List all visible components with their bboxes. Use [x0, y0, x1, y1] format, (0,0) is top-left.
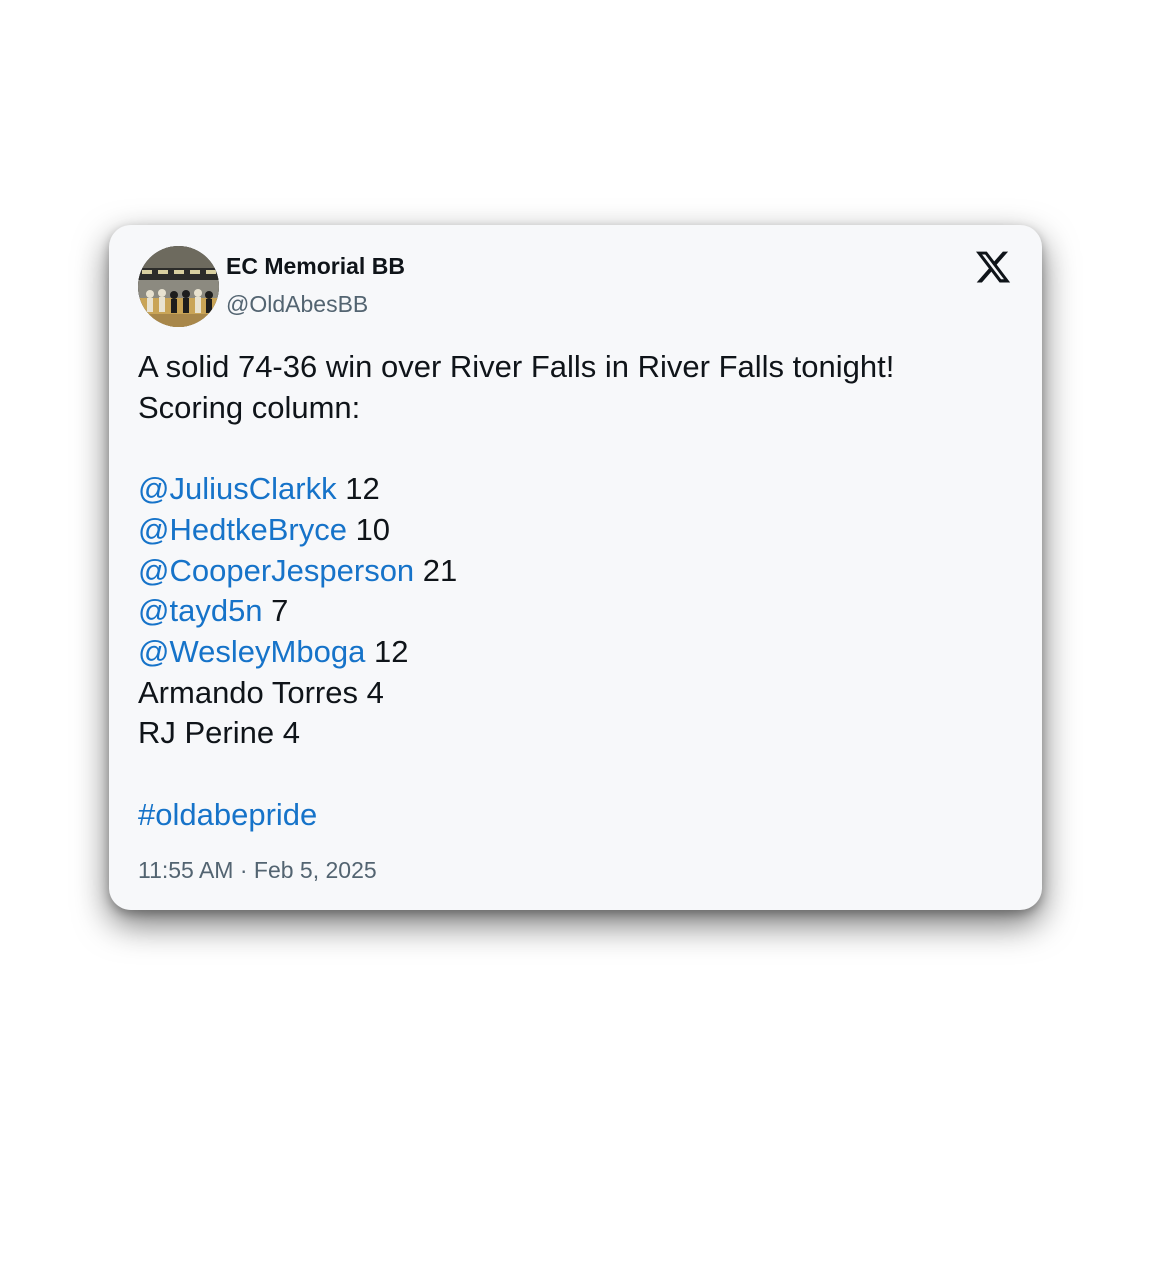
mention-link[interactable]: @tayd5n: [138, 593, 263, 628]
points: 4: [366, 674, 384, 710]
tweet-line: A solid 74-36 win over River Falls in Ri…: [138, 349, 895, 384]
gym-photo-avatar: [138, 246, 219, 327]
tweet-line: Scoring column:: [138, 389, 361, 425]
points: 21: [422, 552, 458, 588]
points: 4: [282, 715, 300, 751]
avatar[interactable]: [138, 246, 219, 327]
points: 10: [355, 511, 391, 547]
tweet-timestamp[interactable]: 11:55 AM · Feb 5, 2025: [138, 857, 377, 884]
scorer-name: Armando Torres: [138, 674, 358, 710]
scorer-name: RJ Perine: [138, 715, 275, 751]
points: 7: [271, 593, 289, 629]
mention-link[interactable]: @CooperJesperson: [138, 553, 414, 588]
scorer-line: @HedtkeBryce 10: [138, 510, 1018, 551]
mention-link[interactable]: @JuliusClarkk: [138, 471, 337, 506]
tweet-card: EC Memorial BB @OldAbesBB A solid 74-36 …: [109, 225, 1042, 910]
points: 12: [345, 471, 380, 507]
points: 12: [373, 633, 409, 669]
scorer-line: RJ Perine 4: [138, 713, 1018, 754]
hashtag-link[interactable]: #oldabepride: [138, 797, 317, 832]
hashtag-line: #oldabepride: [138, 795, 1018, 836]
scorer-line: @CooperJesperson 21: [138, 551, 1018, 592]
mention-link[interactable]: @HedtkeBryce: [138, 512, 347, 547]
scorer-line: Armando Torres 4: [138, 673, 1018, 714]
scorer-line: @tayd5n 7: [138, 591, 1018, 632]
author-display-name[interactable]: EC Memorial BB: [226, 253, 405, 280]
tweet-text: A solid 74-36 win over River Falls in Ri…: [138, 347, 1018, 835]
mention-link[interactable]: @WesleyMboga: [138, 634, 365, 669]
x-logo-icon[interactable]: [974, 248, 1012, 286]
scorer-line: @JuliusClarkk 12: [138, 469, 1018, 510]
scorer-line: @WesleyMboga 12: [138, 632, 1018, 673]
author-handle[interactable]: @OldAbesBB: [226, 291, 368, 318]
